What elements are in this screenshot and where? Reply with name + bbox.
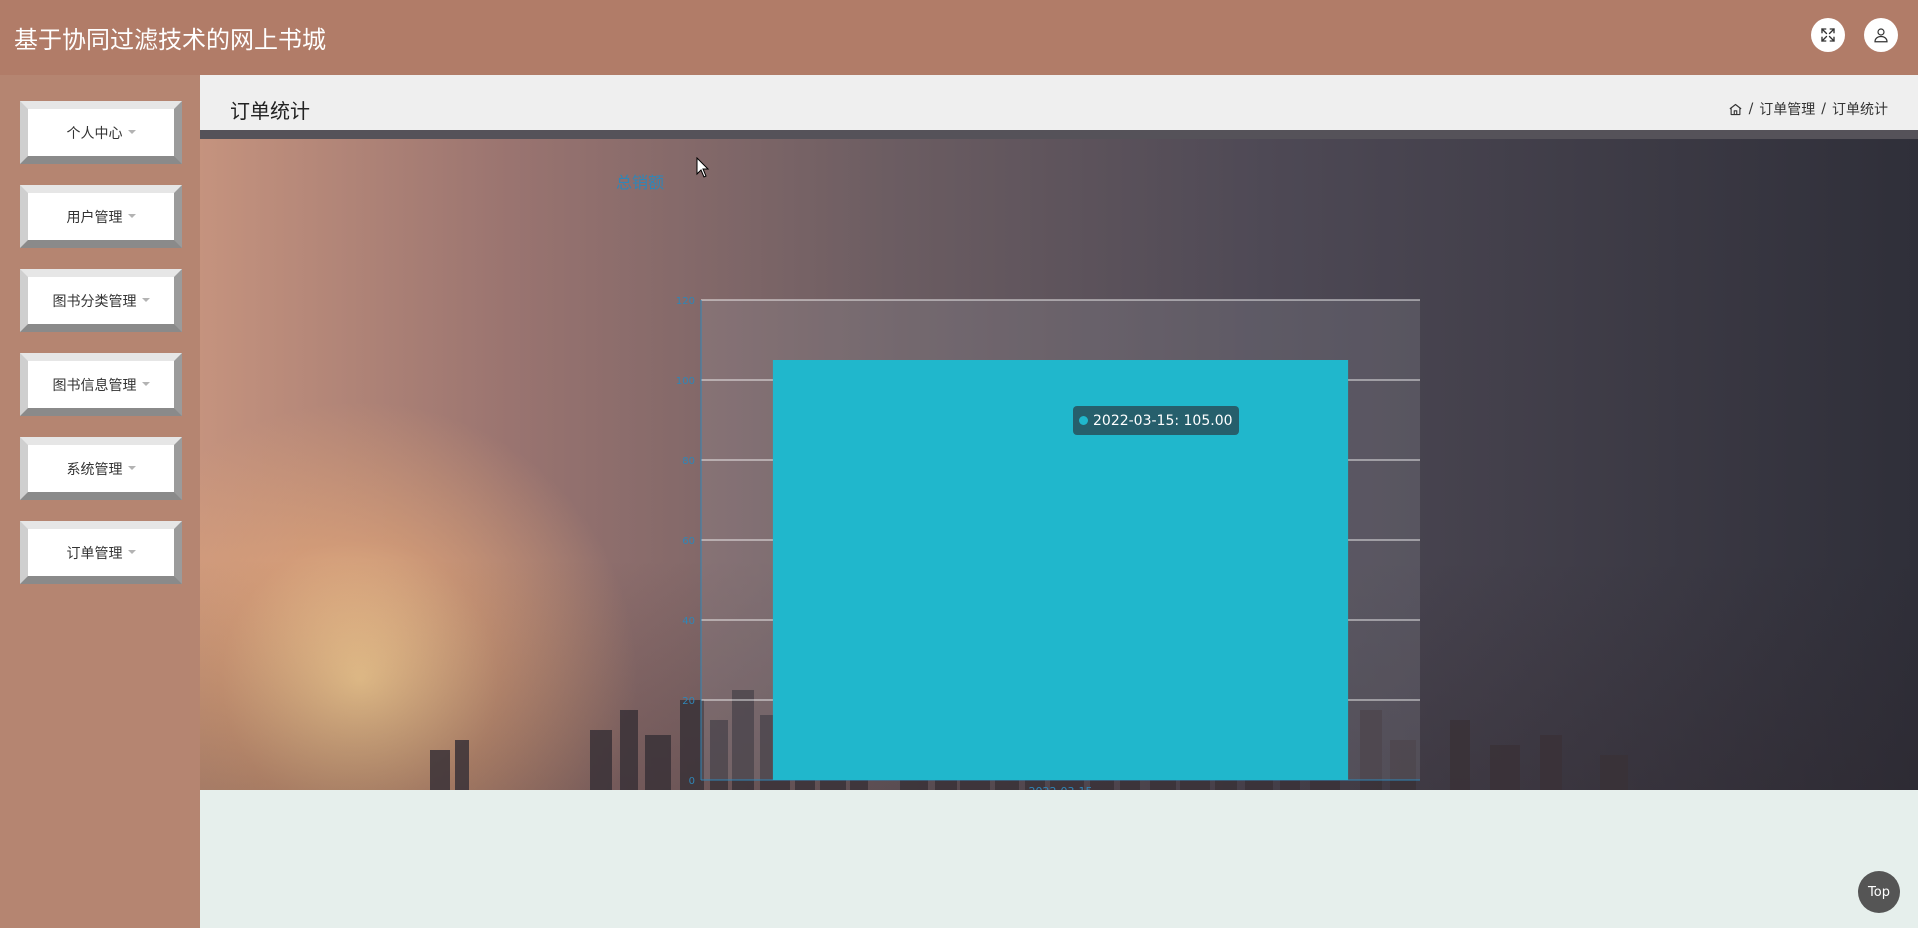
breadcrumb-separator: / (1748, 101, 1754, 117)
sidebar-item-label: 图书分类管理 (52, 293, 137, 310)
y-tick-label: 100 (676, 376, 695, 387)
divider (200, 130, 1918, 139)
page-title: 订单统计 (230, 99, 310, 123)
sidebar-item-book-info-management[interactable]: 图书信息管理 (20, 353, 182, 416)
breadcrumb-separator: / (1821, 101, 1826, 117)
fullscreen-icon (1821, 28, 1835, 42)
y-tick-label: 60 (682, 536, 695, 547)
content-footer-area (200, 790, 1918, 928)
sidebar-item-label: 系统管理 (66, 461, 123, 478)
user-button[interactable] (1864, 18, 1898, 52)
caret-down-icon (127, 213, 136, 218)
back-to-top-button[interactable]: Top (1858, 871, 1900, 913)
breadcrumb-item-order-stats: 订单统计 (1832, 102, 1888, 118)
breadcrumb-item-order-management[interactable]: 订单管理 (1759, 99, 1815, 119)
tooltip-text: 2022-03-15: 105.00 (1093, 412, 1233, 429)
caret-down-icon (127, 549, 136, 554)
chart-tooltip: 2022-03-15: 105.00 (1073, 406, 1239, 435)
main-content: 订单统计 / 订单管理 / 订单统计 0 20 40 60 80 100 120… (200, 75, 1918, 928)
y-tick-label: 120 (676, 296, 695, 307)
sidebar-item-label: 个人中心 (66, 125, 123, 142)
fullscreen-button[interactable] (1811, 18, 1845, 52)
user-icon (1874, 28, 1888, 43)
caret-down-icon (141, 297, 150, 302)
sidebar-item-book-category-management[interactable]: 图书分类管理 (20, 269, 182, 332)
top-header: 基于协同过滤技术的网上书城 (0, 0, 1918, 75)
sidebar-item-label: 订单管理 (66, 545, 123, 562)
sidebar: 个人中心 用户管理 图书分类管理 图书信息管理 系统管理 订单管理 (0, 75, 200, 928)
sidebar-item-user-management[interactable]: 用户管理 (20, 185, 182, 248)
bar-chart: 0204060801001202022-03-15 (676, 296, 1420, 790)
tooltip-series-dot (1079, 416, 1088, 425)
bar (772, 360, 1349, 780)
sidebar-item-personal-center[interactable]: 个人中心 (20, 101, 182, 164)
y-tick-label: 0 (689, 776, 695, 787)
page-header: 订单统计 / 订单管理 / 订单统计 (200, 75, 1918, 130)
caret-down-icon (141, 381, 150, 386)
sidebar-item-label: 用户管理 (66, 209, 123, 226)
home-icon[interactable] (1728, 102, 1743, 117)
sidebar-item-order-management[interactable]: 订单管理 (20, 521, 182, 584)
breadcrumb: / 订单管理 / 订单统计 (1728, 99, 1888, 119)
chart-panel: 0204060801001202022-03-15 总销额 2022-03-15… (200, 139, 1918, 790)
y-tick-label: 80 (682, 456, 695, 467)
chart-title: 总销额 (616, 173, 665, 192)
caret-down-icon (127, 129, 136, 134)
y-tick-label: 40 (682, 616, 695, 627)
sidebar-item-system-management[interactable]: 系统管理 (20, 437, 182, 500)
mouse-cursor-icon (696, 157, 710, 178)
caret-down-icon (127, 465, 136, 470)
app-title: 基于协同过滤技术的网上书城 (14, 26, 326, 54)
y-tick-label: 20 (682, 696, 695, 707)
sidebar-item-label: 图书信息管理 (52, 377, 137, 394)
